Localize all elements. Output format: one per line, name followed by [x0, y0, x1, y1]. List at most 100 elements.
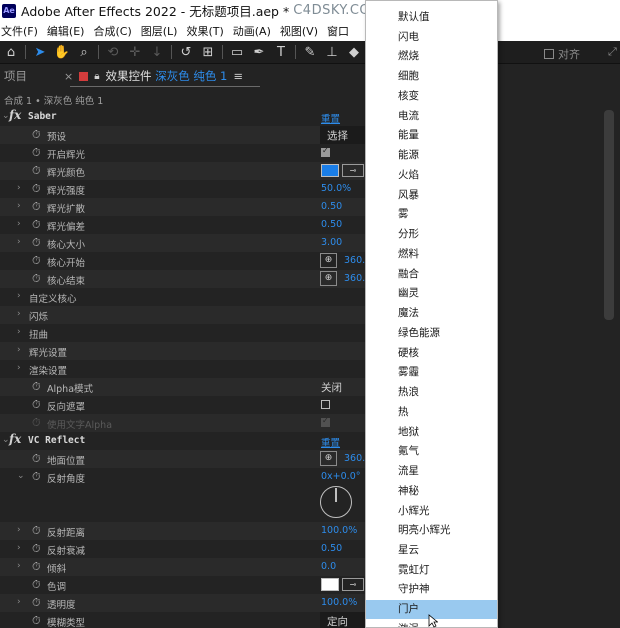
reset-button[interactable]: 重置 — [321, 111, 340, 125]
dropdown-item[interactable]: 雾霾 — [366, 363, 497, 382]
effect-header-saber[interactable]: ⌄ fx Saber 重置 — [0, 108, 368, 126]
tab-effect-controls[interactable]: 效果控件 深灰色 纯色 1 — [106, 68, 228, 84]
twirl-right-icon[interactable]: › — [17, 219, 21, 229]
dropdown-item-checked[interactable]: ✔ 选择 — [366, 1, 497, 6]
dropdown-item[interactable]: 小辉光 — [366, 502, 497, 521]
eyedropper-icon[interactable]: ⊸ — [342, 578, 364, 591]
dropdown-item[interactable]: 氪气 — [366, 442, 497, 461]
effect-header-vc-reflect[interactable]: ⌄ fx VC Reflect 重置 — [0, 432, 368, 450]
twirl-right-icon[interactable]: › — [17, 291, 21, 301]
stopwatch-icon[interactable]: ⏱ — [32, 614, 41, 628]
dropdown-item[interactable]: 融合 — [366, 265, 497, 284]
twirl-right-icon[interactable]: › — [17, 363, 21, 373]
camera-icon[interactable]: ⊞ — [197, 42, 219, 62]
menu-window[interactable]: 窗口 — [327, 23, 349, 39]
dropdown-item[interactable]: 电流 — [366, 107, 497, 126]
stopwatch-icon[interactable]: ⏱ — [32, 236, 41, 250]
twirl-right-icon[interactable]: › — [17, 543, 21, 553]
stopwatch-icon[interactable]: ⏱ — [32, 578, 41, 592]
dropdown-item[interactable]: 能量 — [366, 126, 497, 145]
property-group-row[interactable]: › 辉光设置 — [0, 342, 368, 360]
dropdown-item[interactable]: 霓虹灯 — [366, 561, 497, 580]
menu-effect[interactable]: 效果(T) — [186, 23, 223, 39]
eraser-icon[interactable]: ◆ — [343, 42, 365, 62]
core-start-value[interactable]: 360. — [344, 255, 365, 266]
dropdown-item[interactable]: 默认值 — [366, 8, 497, 27]
clone-stamp-icon[interactable]: ⊥ — [321, 42, 343, 62]
blend-type-dropdown[interactable]: 定向 — [320, 612, 368, 628]
dropdown-item[interactable]: 核变 — [366, 87, 497, 106]
dropdown-item[interactable]: 细胞 — [366, 67, 497, 86]
stopwatch-icon[interactable]: ⏱ — [32, 380, 41, 394]
stopwatch-icon[interactable]: ⏱ — [32, 146, 41, 160]
dropdown-item[interactable]: 明亮小辉光 — [366, 521, 497, 540]
enable-glow-checkbox[interactable] — [321, 146, 330, 157]
stopwatch-icon[interactable]: ⏱ — [32, 254, 41, 268]
property-group-row[interactable]: › 渲染设置 — [0, 360, 368, 378]
twirl-right-icon[interactable]: › — [17, 237, 21, 247]
menu-edit[interactable]: 编辑(E) — [47, 23, 85, 39]
crosshair-icon[interactable]: ⊕ — [320, 253, 337, 268]
selection-arrow-icon[interactable]: ➤ — [29, 42, 51, 62]
menu-view[interactable]: 视图(V) — [280, 23, 318, 39]
twirl-right-icon[interactable]: › — [17, 183, 21, 193]
tint-color-swatch[interactable] — [321, 578, 339, 591]
twirl-down-icon[interactable]: ⌄ — [17, 471, 25, 481]
dropdown-item[interactable]: 流星 — [366, 462, 497, 481]
dropdown-item[interactable]: 燃烧 — [366, 47, 497, 66]
stopwatch-icon[interactable]: ⏱ — [32, 164, 41, 178]
twirl-right-icon[interactable]: › — [17, 201, 21, 211]
dropdown-item[interactable]: 燃料 — [366, 245, 497, 264]
menu-layer[interactable]: 图层(L) — [141, 23, 178, 39]
home-icon[interactable]: ⌂ — [0, 42, 22, 62]
menu-composition[interactable]: 合成(C) — [93, 23, 131, 39]
tab-project[interactable]: 项目 — [4, 68, 60, 84]
alpha-mode-dropdown[interactable]: 关闭 — [321, 380, 342, 395]
menu-animation[interactable]: 动画(A) — [233, 23, 271, 39]
dropdown-item[interactable]: 风暴 — [366, 186, 497, 205]
floor-position-value[interactable]: 360. — [344, 453, 365, 464]
twirl-right-icon[interactable]: › — [17, 345, 21, 355]
glow-intensity-value[interactable]: 50.0% — [321, 183, 351, 194]
dropdown-item[interactable]: 分形 — [366, 225, 497, 244]
glow-color-swatch[interactable] — [321, 164, 339, 177]
dropdown-item[interactable]: 闪电 — [366, 28, 497, 47]
opacity-value[interactable]: 100.0% — [321, 597, 357, 608]
menu-file[interactable]: 文件(F) — [1, 23, 38, 39]
property-group-row[interactable]: › 闪烁 — [0, 306, 368, 324]
rectangle-icon[interactable]: ▭ — [226, 42, 248, 62]
vertical-scrollbar[interactable] — [604, 110, 614, 320]
fx-icon[interactable]: fx — [9, 432, 21, 446]
eyedropper-icon[interactable]: ⊸ — [342, 164, 364, 177]
align-toggle[interactable]: 对齐 — [544, 46, 580, 62]
dropdown-item[interactable]: 守护神 — [366, 580, 497, 599]
stopwatch-icon[interactable]: ⏱ — [32, 470, 41, 484]
align-checkbox[interactable] — [544, 49, 554, 59]
dropdown-item[interactable]: 热 — [366, 403, 497, 422]
crosshair-icon[interactable]: ⊕ — [320, 451, 337, 466]
stopwatch-icon[interactable]: ⏱ — [32, 218, 41, 232]
rotate-icon[interactable]: ↺ — [175, 42, 197, 62]
dropdown-item[interactable]: 神秘 — [366, 482, 497, 501]
dropdown-item[interactable]: 地狱 — [366, 423, 497, 442]
lock-icon[interactable]: 🔒︎ — [94, 71, 99, 82]
close-icon[interactable]: × — [64, 70, 73, 83]
pen-icon[interactable]: ✒ — [248, 42, 270, 62]
stopwatch-icon[interactable]: ⏱ — [32, 542, 41, 556]
dropdown-item[interactable]: 雾 — [366, 205, 497, 224]
reflection-falloff-value[interactable]: 0.50 — [321, 543, 342, 554]
hand-icon[interactable]: ✋ — [51, 42, 73, 62]
skew-value[interactable]: 0.0 — [321, 561, 336, 572]
stopwatch-icon[interactable]: ⏱ — [32, 560, 41, 574]
dolly-icon[interactable]: ↓ — [146, 42, 168, 62]
core-size-value[interactable]: 3.00 — [321, 237, 342, 248]
twirl-right-icon[interactable]: › — [17, 561, 21, 571]
glow-bias-value[interactable]: 0.50 — [321, 219, 342, 230]
dropdown-item[interactable]: 热浪 — [366, 383, 497, 402]
dropdown-item[interactable]: 能源 — [366, 146, 497, 165]
dropdown-item[interactable]: 绿色能源 — [366, 324, 497, 343]
twirl-right-icon[interactable]: › — [17, 327, 21, 337]
angle-dial[interactable] — [320, 486, 352, 518]
zoom-icon[interactable]: ⌕ — [73, 42, 95, 62]
stopwatch-icon[interactable]: ⏱ — [32, 452, 41, 466]
